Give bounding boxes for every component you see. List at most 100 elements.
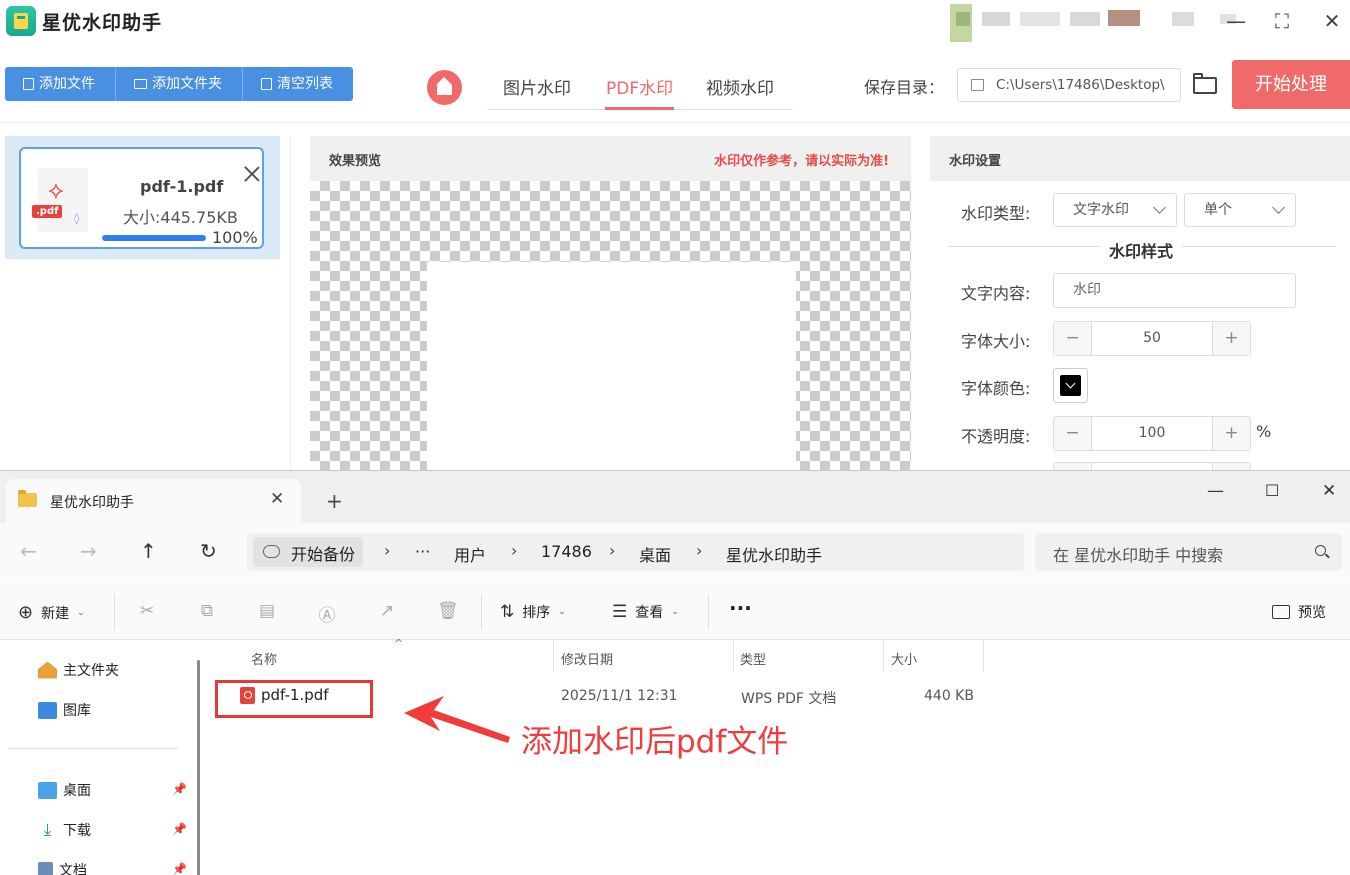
cut-icon[interactable]: ✂ bbox=[137, 601, 157, 621]
preview-panel: 效果预览 水印仅作参考，请以实际为准! bbox=[310, 136, 911, 470]
breadcrumb-users[interactable]: 用户 bbox=[454, 542, 486, 566]
file-toolbar: 添加文件 添加文件夹 清空列表 bbox=[5, 67, 353, 101]
copy-icon[interactable]: ⧉ bbox=[197, 601, 217, 621]
tab-close-icon[interactable]: ✕ bbox=[270, 489, 284, 509]
file-list-item[interactable]: ⟡ .pdf ◊ pdf-1.pdf 大小:445.75KB 100% bbox=[5, 136, 280, 259]
column-header-type[interactable]: 类型 bbox=[740, 649, 766, 668]
up-arrow-icon[interactable]: ↑ bbox=[140, 539, 157, 563]
pin-icon[interactable]: 📌 bbox=[172, 822, 187, 836]
opacity-unit: % bbox=[1256, 422, 1272, 441]
column-divider bbox=[883, 640, 884, 672]
sidebar-item-documents[interactable]: 文档 bbox=[38, 860, 87, 875]
font-size-decrement-button[interactable]: − bbox=[1054, 322, 1091, 355]
preview-header: 效果预览 水印仅作参考，请以实际为准! bbox=[310, 136, 911, 181]
backup-label: 开始备份 bbox=[291, 545, 356, 564]
breadcrumb-ellipsis[interactable]: ··· bbox=[415, 542, 430, 561]
stepper-value[interactable] bbox=[1091, 463, 1213, 470]
active-tab-indicator bbox=[605, 107, 674, 110]
view-button[interactable]: ☰ 查看 ⌄ bbox=[612, 602, 679, 622]
breadcrumb-user[interactable]: 17486 bbox=[541, 542, 592, 561]
opacity-value[interactable]: 100 bbox=[1091, 417, 1213, 450]
tab-video-watermark[interactable]: 视频水印 bbox=[706, 74, 774, 99]
font-size-increment-button[interactable]: + bbox=[1213, 322, 1250, 355]
sidebar-item-label: 下载 bbox=[63, 823, 91, 839]
column-header-modified[interactable]: 修改日期 bbox=[561, 649, 613, 668]
sidebar-item-gallery[interactable]: 图库 bbox=[38, 700, 91, 720]
annotation-arrow bbox=[404, 696, 510, 743]
refresh-icon[interactable]: ↻ bbox=[200, 539, 217, 563]
breadcrumb-current-folder[interactable]: 星优水印助手 bbox=[726, 542, 822, 566]
sidebar-item-home[interactable]: 主文件夹 bbox=[38, 660, 119, 680]
text-content-label: 文字内容: bbox=[961, 284, 1031, 303]
close-icon[interactable]: ✕ bbox=[1322, 481, 1336, 501]
font-color-picker[interactable] bbox=[1053, 368, 1088, 403]
text-content-input[interactable]: 水印 bbox=[1053, 273, 1296, 308]
minimize-icon[interactable]: — bbox=[1207, 481, 1224, 501]
breadcrumb-desktop[interactable]: 桌面 bbox=[639, 542, 671, 566]
rename-icon[interactable]: Ⓐ bbox=[317, 601, 337, 626]
delete-icon[interactable]: 🗑 bbox=[437, 601, 459, 621]
sidebar-scrollbar[interactable] bbox=[197, 660, 200, 875]
watermark-type-label: 水印类型: bbox=[961, 204, 1031, 223]
save-dir-field[interactable]: C:\Users\17486\Desktop\ bbox=[957, 68, 1181, 102]
browse-folder-icon[interactable] bbox=[1193, 73, 1219, 95]
file-list-panel: ⟡ .pdf ◊ pdf-1.pdf 大小:445.75KB 100% bbox=[5, 136, 291, 470]
sidebar-divider bbox=[8, 748, 178, 749]
search-input[interactable]: 在 星优水印助手 中搜索 bbox=[1035, 533, 1342, 571]
file-size: 440 KB bbox=[924, 688, 974, 704]
clear-list-button[interactable]: 清空列表 bbox=[243, 67, 353, 101]
view-icon: ☰ bbox=[612, 602, 628, 622]
tab-pdf-watermark[interactable]: PDF水印 bbox=[606, 74, 673, 99]
watermark-type-value: 文字水印 bbox=[1073, 202, 1129, 218]
minimize-icon[interactable]: — bbox=[1223, 8, 1249, 34]
back-arrow-icon[interactable]: ← bbox=[20, 539, 37, 563]
home-button[interactable] bbox=[427, 70, 462, 105]
share-icon[interactable]: ↗ bbox=[377, 601, 397, 621]
file-card[interactable]: ⟡ .pdf ◊ pdf-1.pdf 大小:445.75KB 100% bbox=[19, 147, 264, 249]
stepper-increment-button[interactable] bbox=[1213, 463, 1250, 470]
forward-arrow-icon[interactable]: → bbox=[80, 539, 97, 563]
stepper-decrement-button[interactable] bbox=[1054, 463, 1091, 470]
paste-icon[interactable]: ▤ bbox=[257, 601, 277, 621]
chevron-down-icon bbox=[1153, 201, 1166, 214]
app-title: 星优水印助手 bbox=[42, 12, 163, 34]
chevron-right-icon: › bbox=[511, 541, 518, 560]
new-item-button[interactable]: ⊕ 新建 ⌄ bbox=[18, 602, 85, 623]
column-header-name[interactable]: 名称 bbox=[251, 649, 277, 668]
progress-bar bbox=[102, 235, 206, 241]
more-options-button[interactable]: ··· bbox=[729, 596, 752, 620]
watermark-mode-select[interactable]: 单个 bbox=[1184, 193, 1296, 227]
backup-button[interactable]: 开始备份 bbox=[253, 537, 363, 567]
search-icon bbox=[1315, 545, 1326, 556]
file-name: pdf-1.pdf bbox=[140, 177, 224, 196]
opacity-decrement-button[interactable]: − bbox=[1054, 417, 1091, 450]
fullscreen-icon[interactable]: ⛶ bbox=[1269, 8, 1295, 34]
pin-icon[interactable]: 📌 bbox=[172, 862, 187, 875]
new-tab-icon[interactable]: + bbox=[326, 489, 343, 513]
tab-image-watermark[interactable]: 图片水印 bbox=[503, 74, 571, 99]
add-file-button[interactable]: 添加文件 bbox=[5, 67, 116, 101]
folder-icon bbox=[134, 79, 147, 89]
chevron-right-icon: › bbox=[609, 541, 616, 560]
add-folder-button[interactable]: 添加文件夹 bbox=[116, 67, 243, 101]
preview-pane-button[interactable]: 预览 bbox=[1272, 602, 1326, 622]
sidebar-item-desktop[interactable]: 桌面 bbox=[38, 780, 91, 800]
desktop-icon bbox=[38, 781, 57, 799]
watermark-type-select[interactable]: 文字水印 bbox=[1053, 193, 1177, 227]
column-header-size[interactable]: 大小 bbox=[891, 649, 917, 668]
sort-button[interactable]: ⇅ 排序 ⌄ bbox=[500, 602, 566, 622]
opacity-increment-button[interactable]: + bbox=[1213, 417, 1250, 450]
file-modified: 2025/11/1 12:31 bbox=[561, 688, 678, 704]
sidebar-item-downloads[interactable]: ⤓ 下载 bbox=[38, 820, 91, 840]
close-icon[interactable]: ✕ bbox=[1319, 8, 1345, 34]
maximize-icon[interactable]: ☐ bbox=[1265, 481, 1279, 500]
settings-panel: 水印设置 水印类型: 文字水印 单个 水印样式 文字内容: 水印 字体大小: −… bbox=[930, 136, 1350, 470]
remove-file-icon[interactable] bbox=[242, 164, 262, 184]
progress-text: 100% bbox=[212, 228, 258, 247]
font-size-value[interactable]: 50 bbox=[1091, 322, 1213, 355]
start-processing-button[interactable]: 开始处理 bbox=[1232, 60, 1350, 109]
explorer-tab[interactable]: 星优水印助手 ✕ bbox=[6, 479, 301, 523]
chevron-right-icon: › bbox=[384, 541, 391, 560]
save-dir-label: 保存目录： bbox=[864, 78, 945, 97]
pin-icon[interactable]: 📌 bbox=[172, 782, 187, 796]
